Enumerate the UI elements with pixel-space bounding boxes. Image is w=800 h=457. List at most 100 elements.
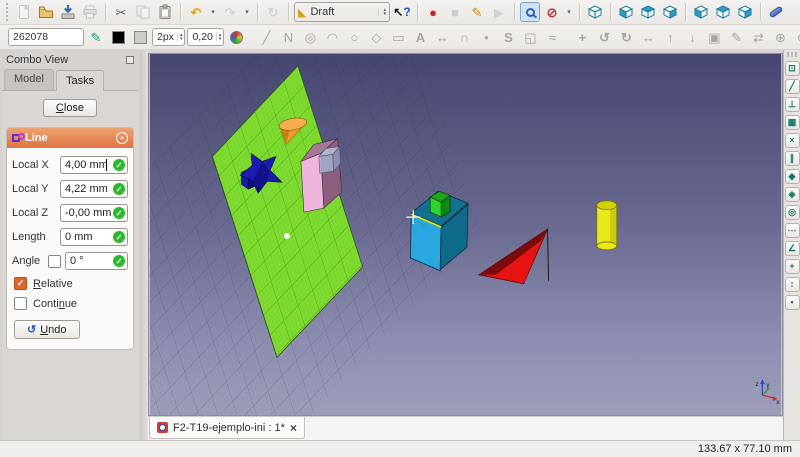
snap-center-button[interactable]: ◈ [785,187,800,202]
close-button[interactable]: Close [43,99,97,117]
draft-polygon-button[interactable]: ◇ [366,27,386,47]
draft-scale-button[interactable]: ▣ [704,27,724,47]
toolbar-handle[interactable] [4,3,10,21]
object-yellow-cylinder[interactable] [597,201,617,250]
draft-line-button[interactable]: ╱ [256,27,276,47]
relative-checkbox[interactable]: ✓ [14,277,27,290]
line-color-swatch[interactable] [108,27,128,47]
axonometric-view-button[interactable] [585,2,605,22]
paste-button[interactable] [155,2,175,22]
draft-offset-button[interactable]: ↻ [616,27,636,47]
object-green-cube[interactable] [430,191,450,217]
snap-near-button[interactable]: ◆ [785,169,800,184]
draft-text-button[interactable]: A [410,27,430,47]
macro-edit-button[interactable]: ✎ [467,2,487,22]
close-tab-icon[interactable]: × [290,421,297,435]
snap-parallel-button[interactable]: ∥ [785,151,800,166]
snap-endpoint-button[interactable]: ╱ [785,79,800,94]
snap-special-button[interactable]: ∠ [785,241,800,256]
draft-upgrade-button[interactable]: ↑ [660,27,680,47]
draft-command-input[interactable] [8,28,84,46]
undo-button[interactable]: ↶ [186,2,206,22]
draft-downgrade-button[interactable]: ↓ [682,27,702,47]
draft-dimension-button[interactable]: ↔ [432,27,452,47]
manipulator-button[interactable] [766,2,786,22]
top-view-button[interactable] [638,2,658,22]
snap-dimensions-button[interactable]: ↕ [785,277,800,292]
line-task-body: Local X ✓ Local Y ✓ Local Z ✓ Length [7,148,133,349]
undo-task-button[interactable]: ↺Undo [14,320,80,339]
face-color-swatch[interactable] [130,27,150,47]
redo-dropdown[interactable]: ▾ [242,2,252,22]
snap-intersection-button[interactable]: × [785,133,800,148]
snap-toolbar: ⊡ ╱ ⊥ ▦ × ∥ ◆ ◈ ◎ ⋯ ∠ + ↕ ▪ [783,50,800,440]
fit-all-button[interactable] [520,2,540,22]
snap-lock-button[interactable]: ⊡ [785,61,800,76]
3d-viewport[interactable]: z y x [148,53,783,416]
local-x-label: Local X [12,159,56,171]
line-width-spinner[interactable]: 2px▴▾ [152,28,185,46]
clip-plane-button[interactable]: ⊘ [542,2,562,22]
construction-mode-button[interactable]: ✎ [86,27,106,47]
snap-perpendicular-button[interactable]: ⊥ [785,97,800,112]
apply-style-button[interactable] [226,27,246,47]
toolbar-handle[interactable] [787,52,797,57]
draft-bezier-button[interactable]: ≈ [542,27,562,47]
draft-delete-point-button[interactable]: ⊖ [792,27,800,47]
undo-dropdown[interactable]: ▾ [208,2,218,22]
valid-check-icon: ✓ [113,183,125,195]
right-view-button[interactable] [660,2,680,22]
viewport-dimensions-text: 133.67 x 77.10 mm [698,443,792,455]
continue-checkbox[interactable] [14,297,27,310]
panel-splitter[interactable] [140,50,148,440]
refresh-button: ↻ [263,2,283,22]
macro-record-button[interactable]: ● [423,2,443,22]
text-size-spinner[interactable]: 0,20▴▾ [187,28,224,46]
draft-rectangle-button[interactable]: ▭ [388,27,408,47]
draft-wire-button[interactable]: N [278,27,298,47]
collapse-task-icon[interactable]: » [116,132,128,144]
whats-this-button[interactable]: ↖? [392,2,412,22]
task-title: Line [25,132,48,144]
draft-edit-button[interactable]: ✎ [726,27,746,47]
cut-icon[interactable]: ✂ [111,2,131,22]
document-tab-label: F2-T19-ejemplo-ini : 1* [173,422,285,434]
draft-ellipse-button[interactable]: ○ [344,27,364,47]
snap-extension-button[interactable]: ⋯ [785,223,800,238]
front-view-button[interactable] [616,2,636,22]
snap-ortho-button[interactable]: ◎ [785,205,800,220]
draft-facebinder-button[interactable]: ◱ [520,27,540,47]
tab-tasks[interactable]: Tasks [56,70,104,91]
tab-model[interactable]: Model [4,69,54,90]
save-button[interactable] [58,2,78,22]
draft-bspline-button[interactable]: ∩ [454,27,474,47]
valid-check-icon: ✓ [113,255,125,267]
draft-shapestring-button[interactable]: S [498,27,518,47]
viewport-column: z y x F2-T19-ejemplo-ini : 1* × [148,50,783,440]
document-tab[interactable]: F2-T19-ejemplo-ini : 1* × [149,417,305,439]
snap-midpoint-button[interactable]: + [785,259,800,274]
local-z-label: Local Z [12,207,56,219]
undock-panel-icon[interactable] [126,56,134,64]
clip-plane-dropdown[interactable]: ▾ [564,2,574,22]
angle-lock-checkbox[interactable] [48,255,61,268]
workbench-selector[interactable]: ◣Draft▴▾ [294,2,390,22]
open-file-button[interactable] [36,2,56,22]
draft-arc-button[interactable]: ◠ [322,27,342,47]
bottom-view-button[interactable] [713,2,733,22]
snap-working-plane-button[interactable]: ▪ [785,295,800,310]
line-task-header[interactable]: Line » [7,128,133,148]
rear-view-button[interactable] [691,2,711,22]
undo-icon: ↺ [27,324,36,336]
draft-to-sketch-button[interactable]: ⇄ [748,27,768,47]
draft-move-button[interactable]: + [572,27,592,47]
draft-add-point-button[interactable]: ⊕ [770,27,790,47]
draft-circle-button[interactable]: ◎ [300,27,320,47]
snap-grid-button[interactable]: ▦ [785,115,800,130]
cylinder-bottom [597,242,617,250]
left-view-button[interactable] [735,2,755,22]
draft-point-button[interactable]: • [476,27,496,47]
status-bar: 133.67 x 77.10 mm [0,440,800,457]
draft-rotate-button[interactable]: ↺ [594,27,614,47]
draft-trimex-button[interactable]: ↔ [638,27,658,47]
